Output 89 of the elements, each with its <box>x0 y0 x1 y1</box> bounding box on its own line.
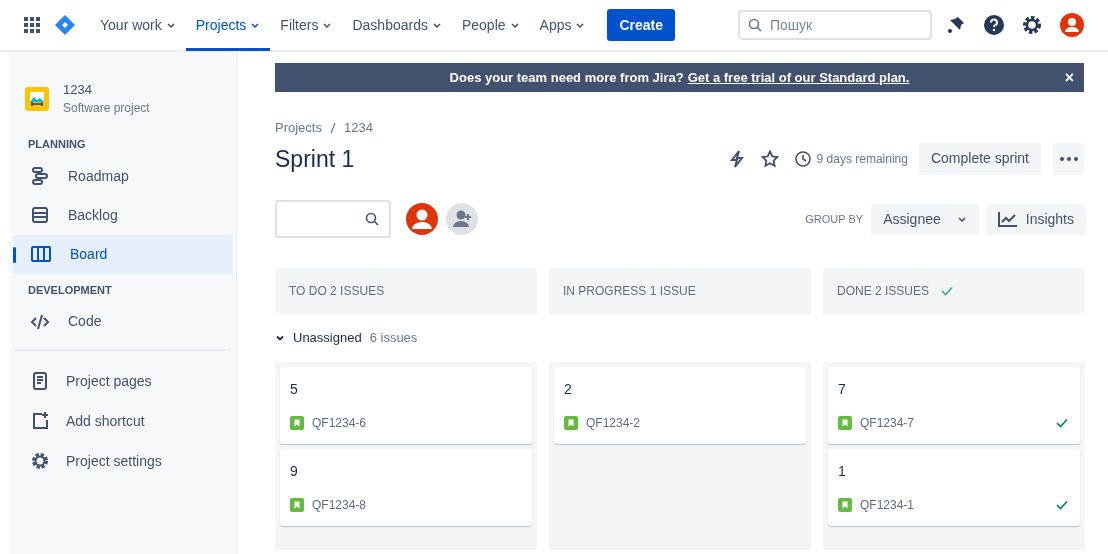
chevron-down-icon <box>431 20 442 30</box>
avatar-icon[interactable] <box>1060 13 1084 37</box>
project-avatar-icon <box>25 87 49 112</box>
roadmap-icon <box>30 166 50 187</box>
issue-key: QF1234-8 <box>312 496 367 514</box>
check-icon <box>941 286 954 296</box>
breadcrumb-link[interactable]: 1234 <box>343 118 373 138</box>
issue-card[interactable]: 2 QF1234-2 <box>554 367 806 444</box>
nav-menu[interactable]: People <box>451 0 530 51</box>
avatar-icon[interactable] <box>406 203 438 235</box>
swimlane-header[interactable]: Unassigned 6 issues <box>275 314 418 362</box>
chevron-down-icon <box>956 214 967 224</box>
chevron-down-icon <box>509 20 520 30</box>
settings-icon[interactable] <box>1022 15 1042 35</box>
check-icon <box>1056 500 1068 510</box>
column-header: DONE 2 ISSUES <box>823 268 1085 314</box>
issue-title: 9 <box>290 462 299 481</box>
chevron-down-icon <box>322 20 333 30</box>
nav-menu[interactable]: Apps <box>529 0 596 51</box>
section-heading: DEVELOPMENT <box>27 282 113 298</box>
issue-card[interactable]: 5 QF1234-6 <box>280 367 532 444</box>
chevron-down-icon <box>575 20 586 30</box>
issue-card[interactable]: 9 QF1234-8 <box>280 449 532 526</box>
trial-link[interactable]: Get a free trial of our Standard plan. <box>687 67 910 88</box>
issue-key: QF1234-6 <box>312 414 367 432</box>
backlog-icon <box>30 205 50 226</box>
sidebar-link[interactable]: Add shortcut <box>13 401 233 442</box>
column-header: TO DO 2 ISSUES <box>275 268 537 314</box>
star-icon[interactable] <box>760 149 779 168</box>
close-button[interactable]: × <box>1064 69 1074 86</box>
add-people-icon[interactable] <box>446 203 478 235</box>
more-button[interactable] <box>1053 142 1084 175</box>
chevron-down-icon <box>165 20 176 30</box>
nav-menu[interactable]: Your work <box>90 0 186 51</box>
story-icon <box>564 416 578 430</box>
time-remaining: 9 days remaining <box>816 150 908 168</box>
page-icon <box>30 371 50 392</box>
issue-key: QF1234-7 <box>860 414 915 432</box>
issue-title: 2 <box>564 380 573 399</box>
search-icon <box>748 18 762 32</box>
breadcrumb-separator-icon <box>329 121 336 134</box>
project-name: 1234 <box>63 82 93 99</box>
create-button[interactable]: Create <box>607 9 676 41</box>
settings-icon <box>30 451 50 472</box>
story-icon <box>290 498 304 512</box>
issue-card[interactable]: 1 QF1234-1 <box>828 449 1080 526</box>
app-switcher-icon[interactable] <box>24 17 40 33</box>
sidebar-item[interactable]: Backlog <box>13 195 233 235</box>
notification-bell-icon[interactable] <box>946 15 966 35</box>
sidebar-item[interactable]: Roadmap <box>13 156 233 196</box>
check-icon <box>1056 418 1068 428</box>
group-by-label: GROUP BY <box>805 211 864 227</box>
search-icon <box>365 212 379 226</box>
help-icon[interactable] <box>984 15 1004 35</box>
section-heading: PLANNING <box>27 137 87 153</box>
sidebar-link[interactable]: Project settings <box>13 441 233 482</box>
more-icon <box>1059 156 1078 161</box>
search-field[interactable]: Пошук <box>738 10 932 40</box>
board-search-field[interactable] <box>275 200 391 238</box>
chevron-down-icon <box>250 20 261 30</box>
issue-title: 5 <box>290 380 299 399</box>
group-by-dropdown[interactable]: Assignee <box>871 203 979 235</box>
banner-text: Does your team need more from Jira? <box>449 68 684 87</box>
insights-button[interactable]: Insights <box>985 203 1086 235</box>
chart-icon <box>997 211 1018 227</box>
issue-key: QF1234-2 <box>586 414 641 432</box>
lightning-icon[interactable] <box>728 149 745 168</box>
story-icon <box>838 416 852 430</box>
chevron-icon <box>275 333 285 343</box>
issue-title: 1 <box>838 462 847 481</box>
sidebar-link[interactable]: Project pages <box>13 361 233 402</box>
issue-card[interactable]: 7 QF1234-7 <box>828 367 1080 444</box>
sidebar-item[interactable]: Code <box>13 302 233 342</box>
issue-title: 7 <box>838 380 847 399</box>
board-icon <box>30 244 52 265</box>
diamond-logo-icon[interactable] <box>54 14 76 36</box>
project-type: Software project <box>63 101 150 117</box>
sprint-title: Sprint 1 <box>275 144 355 174</box>
column-header: IN PROGRESS 1 ISSUE <box>549 268 811 314</box>
issue-key: QF1234-1 <box>860 496 915 514</box>
clock-icon <box>794 150 811 167</box>
breadcrumb-link[interactable]: Projects <box>275 118 322 138</box>
nav-menu[interactable]: Dashboards <box>342 0 452 51</box>
add-shortcut-icon <box>30 411 50 432</box>
story-icon <box>290 416 304 430</box>
nav-menu[interactable]: Filters <box>270 0 343 51</box>
complete-sprint-button[interactable]: Complete sprint <box>918 142 1041 175</box>
sidebar-item[interactable]: Board <box>13 234 233 274</box>
story-icon <box>838 498 852 512</box>
